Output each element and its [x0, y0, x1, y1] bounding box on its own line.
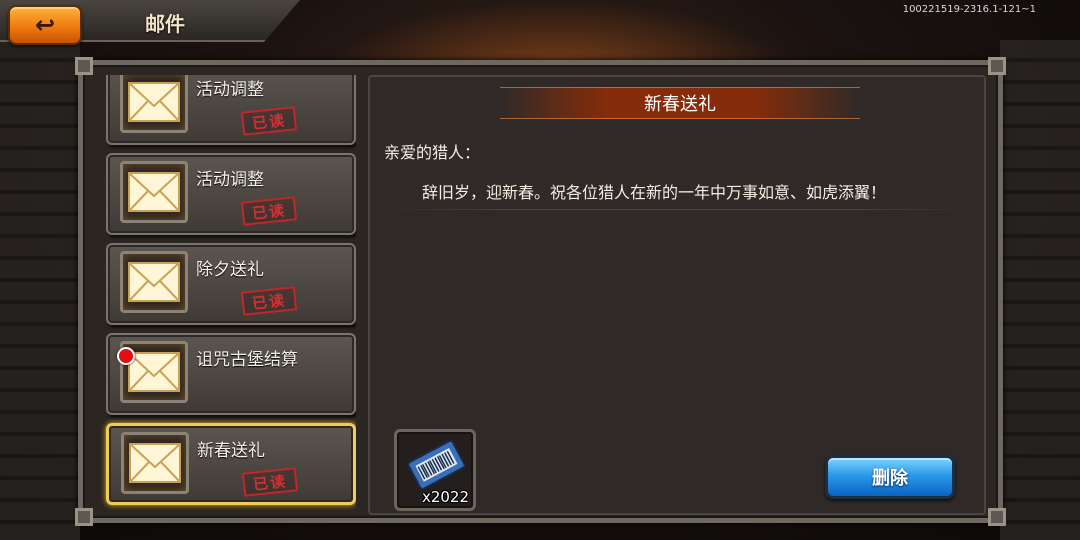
unread-dot-icon [117, 347, 135, 365]
delete-button-label: 删除 [872, 468, 908, 489]
envelope-icon [129, 443, 181, 483]
envelope-icon [128, 172, 180, 212]
frame-corner [988, 508, 1006, 526]
version-label: 100221519-2316.1-121~1 [902, 4, 1036, 15]
read-stamp: 已读 [240, 106, 298, 136]
mail-icon-box [120, 75, 188, 133]
mail-heading-bar: 新春送礼 [500, 87, 860, 119]
delete-button[interactable]: 删除 [825, 455, 955, 499]
mail-title: 活动调整 [196, 170, 264, 190]
mail-greeting: 亲爱的猎人： [384, 143, 481, 162]
mail-title: 活动调整 [196, 80, 264, 100]
read-stamp: 已读 [241, 467, 299, 497]
ticket-icon [407, 439, 466, 490]
mail-icon-box [121, 432, 189, 494]
mail-icon-box [120, 161, 188, 223]
mail-list-item[interactable]: 活动调整 已读 [106, 75, 356, 145]
back-button[interactable]: ↩ [8, 5, 82, 45]
content-divider [384, 209, 974, 210]
envelope-icon [128, 82, 180, 122]
frame-corner [75, 57, 93, 75]
read-stamp: 已读 [240, 286, 298, 316]
envelope-icon [128, 352, 180, 392]
mail-list-item[interactable]: 除夕送礼 已读 [106, 243, 356, 325]
mail-title: 诅咒古堡结算 [196, 350, 298, 370]
mail-heading: 新春送礼 [644, 94, 716, 115]
frame-corner [75, 508, 93, 526]
reward-count: x2022 [421, 488, 469, 506]
mail-icon-box [120, 251, 188, 313]
mail-list-item[interactable]: 诅咒古堡结算 [106, 333, 356, 415]
background-wall-right [1000, 40, 1080, 540]
mail-title: 除夕送礼 [196, 260, 264, 280]
background-wall-left [0, 40, 80, 540]
back-arrow-icon: ↩ [34, 11, 56, 39]
reward-item[interactable]: x2022 [394, 429, 476, 511]
frame-corner [988, 57, 1006, 75]
read-stamp: 已读 [240, 196, 298, 226]
mail-list-item[interactable]: 活动调整 已读 [106, 153, 356, 235]
mail-body-text: 辞旧岁，迎新春。祝各位猎人在新的一年中万事如意、如虎添翼！ [422, 183, 887, 202]
mail-content-panel: 新春送礼 亲爱的猎人： 辞旧岁，迎新春。祝各位猎人在新的一年中万事如意、如虎添翼… [368, 75, 986, 515]
envelope-icon [128, 262, 180, 302]
mail-frame: 活动调整 已读 活动调整 已读 除夕送礼 已读 诅咒古堡结算 新春送礼 已读 新… [75, 57, 1006, 526]
mail-title: 新春送礼 [197, 441, 265, 461]
page-title: 邮件 [145, 12, 185, 36]
top-bar: ↩ 邮件 100221519-2316.1-121~1 [0, 0, 1080, 45]
mail-list[interactable]: 活动调整 已读 活动调整 已读 除夕送礼 已读 诅咒古堡结算 新春送礼 已读 [98, 75, 356, 515]
mail-list-item-selected[interactable]: 新春送礼 已读 [106, 423, 356, 505]
